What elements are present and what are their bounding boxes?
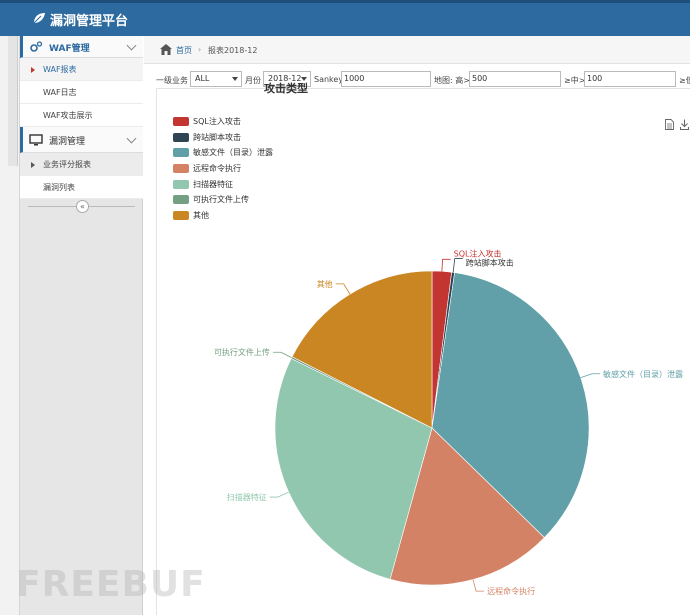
pie-label-line	[272, 351, 292, 358]
pie-label: 跨站脚本攻击	[466, 258, 514, 268]
pie-label: 敏感文件（目录）泄露	[603, 369, 683, 379]
pie-label-line	[335, 283, 351, 295]
freebuf-watermark: FREEBUF	[16, 564, 206, 605]
pie-label: 其他	[317, 279, 333, 289]
pie-label-line	[269, 491, 289, 498]
pie-chart: SQL注入攻击跨站脚本攻击敏感文件（目录）泄露远程命令执行 扫描器特征 可执行文件上…	[214, 248, 683, 596]
pie-label-line	[452, 258, 463, 273]
pie-label: 可执行文件上传	[214, 347, 270, 357]
pie-label: 远程命令执行	[487, 586, 535, 596]
pie-label-line	[472, 579, 485, 592]
pie-label-line	[441, 258, 451, 272]
pie-label: 扫描器特征	[227, 492, 267, 502]
pie-label-line	[580, 373, 601, 378]
pie-label: SQL注入攻击	[454, 248, 502, 258]
